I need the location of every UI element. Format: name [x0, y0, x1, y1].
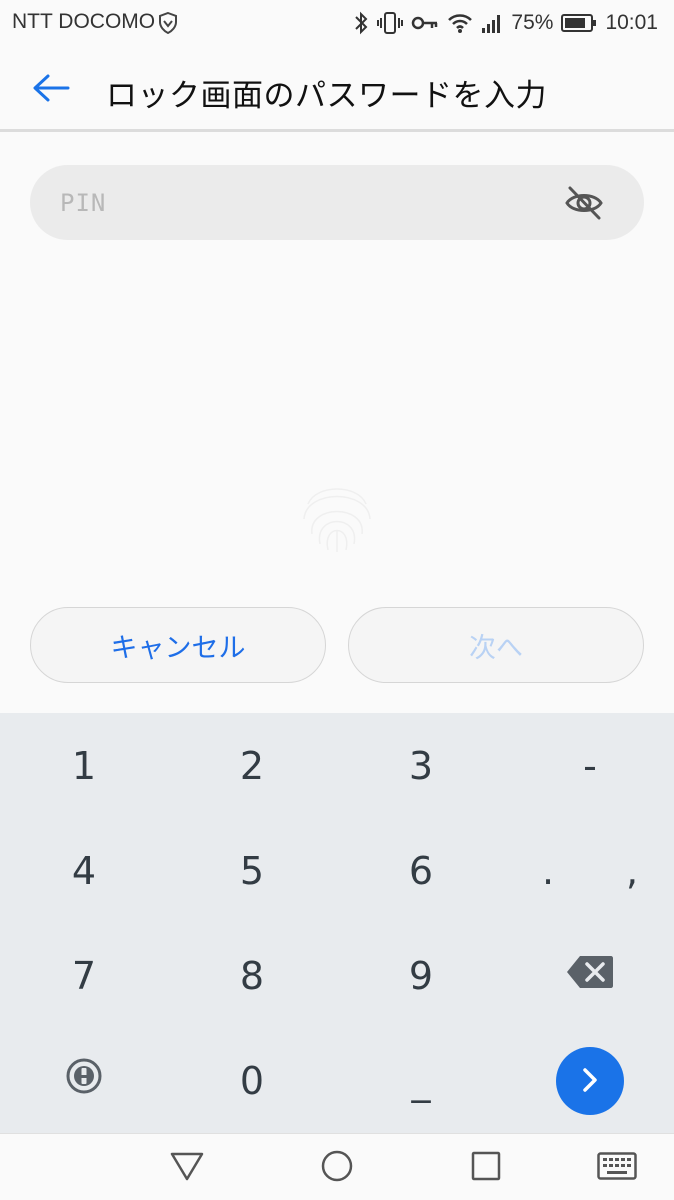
vpn-key-icon — [411, 15, 439, 31]
next-button[interactable]: 次へ — [348, 607, 644, 683]
arrow-back-icon — [32, 73, 70, 107]
chevron-right-icon — [579, 1059, 601, 1103]
triangle-back-icon — [170, 1151, 204, 1185]
key-dash[interactable]: - — [506, 713, 674, 818]
key-0[interactable]: 0 — [168, 1028, 336, 1133]
circle-home-icon — [320, 1149, 354, 1187]
key-8[interactable]: 8 — [168, 923, 336, 1028]
pin-field[interactable] — [30, 165, 644, 240]
battery-icon — [561, 13, 597, 33]
key-5[interactable]: 5 — [168, 818, 336, 923]
visibility-off-icon — [564, 186, 604, 226]
pin-input[interactable] — [60, 165, 560, 240]
key-period[interactable]: . — [506, 818, 590, 923]
bluetooth-icon — [353, 11, 369, 35]
go-button[interactable] — [556, 1046, 624, 1115]
navigation-bar — [0, 1133, 674, 1200]
keyboard-icon — [597, 1152, 637, 1184]
key-4[interactable]: 4 — [0, 818, 168, 923]
recents-nav-button[interactable] — [466, 1148, 506, 1188]
home-nav-button[interactable] — [317, 1148, 357, 1188]
app-header: ロック画面のパスワードを入力 — [0, 46, 674, 132]
battery-percent: 75% — [511, 11, 554, 34]
carrier-name: NTT DOCOMO — [12, 10, 156, 33]
key-7[interactable]: 7 — [0, 923, 168, 1028]
numeric-keyboard: 1 2 3 - 4 5 6 . , 7 8 9 0 _ — [0, 713, 674, 1133]
key-9[interactable]: 9 — [337, 923, 505, 1028]
key-2[interactable]: 2 — [168, 713, 336, 818]
backspace-icon — [566, 954, 614, 998]
backspace-key[interactable] — [506, 923, 674, 1028]
keyboard-switch-button[interactable] — [596, 1148, 638, 1188]
key-6[interactable]: 6 — [337, 818, 505, 923]
square-recents-icon — [471, 1151, 501, 1185]
cancel-button[interactable]: キャンセル — [30, 607, 326, 683]
key-comma[interactable]: , — [590, 818, 674, 923]
signal-icon — [481, 12, 503, 34]
password-manager-key[interactable] — [0, 1028, 168, 1133]
fingerprint-icon — [296, 474, 378, 556]
key-3[interactable]: 3 — [337, 713, 505, 818]
back-button[interactable] — [26, 68, 76, 112]
key-underscore[interactable]: _ — [337, 1028, 505, 1133]
wifi-icon — [447, 12, 473, 34]
shield-icon — [158, 11, 178, 38]
vibrate-icon — [377, 11, 404, 35]
go-key[interactable] — [506, 1028, 674, 1133]
toggle-visibility-button[interactable] — [564, 184, 604, 222]
back-nav-button[interactable] — [167, 1148, 207, 1188]
page-title: ロック画面のパスワードを入力 — [106, 78, 547, 114]
status-bar: NTT DOCOMO 75% 10:01 — [0, 0, 674, 46]
clock: 10:01 — [605, 11, 658, 34]
key-1[interactable]: 1 — [0, 713, 168, 818]
password-manager-icon — [65, 1057, 103, 1104]
